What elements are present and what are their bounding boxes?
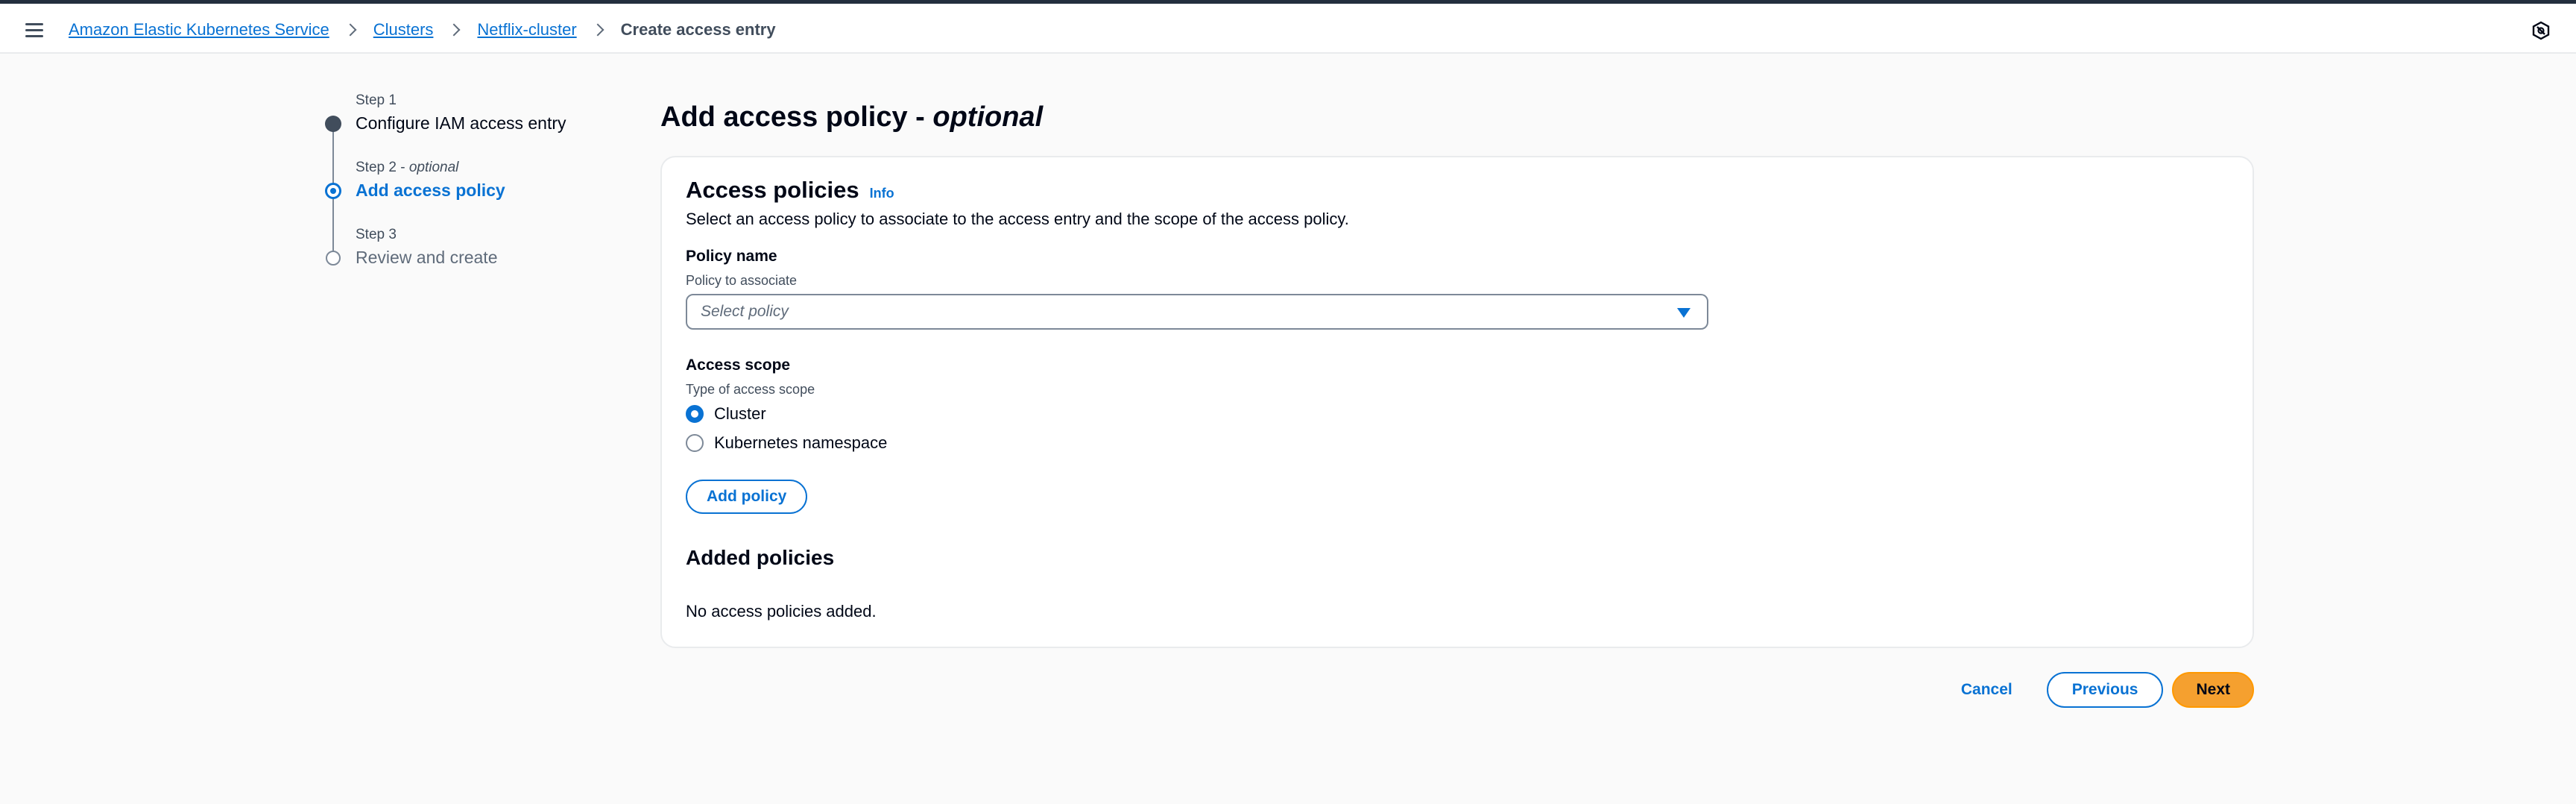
step-title: Add access policy — [356, 180, 505, 200]
access-policies-container: Access policies Info Select an access po… — [660, 156, 2254, 648]
radio-label: Cluster — [714, 404, 766, 423]
breadcrumb-current: Create access entry — [620, 20, 776, 39]
radio-checked-icon[interactable] — [686, 405, 704, 423]
breadcrumb-eks[interactable]: Amazon Elastic Kubernetes Service — [69, 20, 329, 40]
access-scope-description: Type of access scope — [686, 382, 815, 397]
scope-radio-cluster[interactable]: Cluster — [686, 404, 766, 424]
wizard-actions: Cancel Previous Next — [1961, 672, 2254, 708]
page-title: Add access policy - optional — [660, 101, 1044, 133]
step-title: Review and create — [356, 248, 498, 267]
breadcrumb: Amazon Elastic Kubernetes Service Cluste… — [69, 20, 776, 40]
top-navigation: Amazon Elastic Kubernetes Service Cluste… — [0, 4, 2576, 54]
caret-down-icon — [1677, 308, 1690, 318]
policy-name-label: Policy name — [686, 248, 777, 265]
policy-select-placeholder: Select policy — [701, 303, 789, 320]
radio-unchecked-icon[interactable] — [686, 434, 704, 452]
wizard-step-1[interactable]: Step 1 Configure IAM access entry — [322, 88, 620, 155]
breadcrumb-clusters[interactable]: Clusters — [373, 20, 434, 40]
chevron-right-icon — [447, 23, 461, 37]
container-header: Access policies Info — [686, 177, 894, 204]
next-button[interactable]: Next — [2172, 672, 2254, 708]
wizard-step-2: Step 2 - optional Add access policy — [322, 155, 620, 222]
step-completed-icon — [325, 116, 341, 132]
scope-radio-namespace[interactable]: Kubernetes namespace — [686, 433, 887, 453]
step-title[interactable]: Configure IAM access entry — [356, 113, 566, 134]
policy-name-description: Policy to associate — [686, 273, 798, 288]
step-upcoming-icon — [326, 251, 341, 266]
step-number: Step 3 — [356, 227, 397, 242]
access-scope-label: Access scope — [686, 357, 791, 374]
step-active-icon — [325, 183, 341, 199]
main-content: Add access policy - optional — [660, 101, 2254, 139]
container-title: Access policies — [686, 177, 859, 203]
policy-select[interactable]: Select policy — [686, 294, 1708, 330]
wizard-step-3: Step 3 Review and create — [322, 222, 620, 289]
info-link[interactable]: Info — [870, 186, 894, 201]
chevron-right-icon — [344, 23, 357, 37]
empty-state-text: No access policies added. — [686, 602, 877, 621]
chevron-right-icon — [591, 23, 604, 37]
radio-label: Kubernetes namespace — [714, 433, 888, 452]
step-number: Step 2 - optional — [356, 160, 459, 175]
breadcrumb-cluster[interactable]: Netflix-cluster — [477, 20, 576, 40]
menu-icon[interactable] — [25, 19, 48, 41]
container-description: Select an access policy to associate to … — [686, 210, 1349, 228]
added-policies-heading: Added policies — [686, 546, 835, 569]
step-number: Step 1 — [356, 92, 397, 108]
wizard-steps: Step 1 Configure IAM access entry Step 2… — [322, 88, 620, 289]
settings-hexagon-icon[interactable] — [2531, 21, 2551, 40]
add-policy-button[interactable]: Add policy — [686, 480, 808, 514]
previous-button[interactable]: Previous — [2046, 672, 2164, 708]
cancel-button[interactable]: Cancel — [1961, 681, 2012, 699]
